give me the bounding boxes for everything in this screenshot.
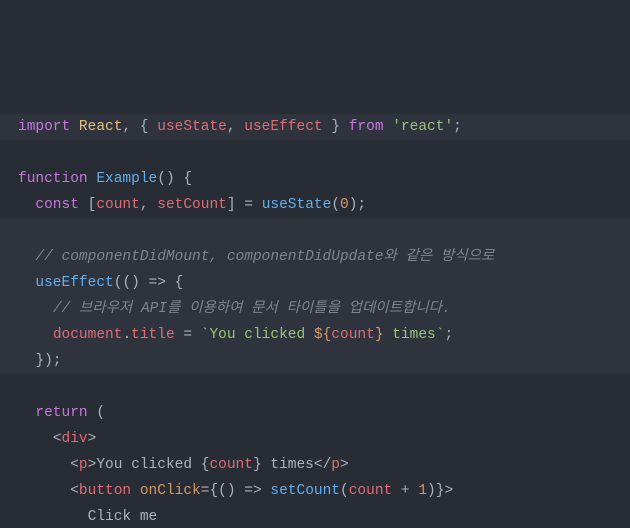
code-block: import React, { useState, useEffect } fr… — [18, 114, 630, 528]
code-line-15: <button onClick={() => setCount(count + … — [18, 483, 453, 499]
code-line-1: import React, { useState, useEffect } fr… — [0, 114, 630, 140]
code-line-4: const [count, setCount] = useState(0); — [18, 197, 366, 213]
code-line-10: }); — [0, 348, 630, 374]
code-line-13: <div> — [18, 431, 96, 447]
code-line-12: return ( — [18, 405, 105, 421]
code-line-6: // componentDidMount, componentDidUpdate… — [0, 244, 630, 270]
code-line-14: <p>You clicked {count} times</p> — [18, 457, 349, 473]
code-line-8: // 브라우저 API를 이용하여 문서 타이틀을 업데이트합니다. — [0, 296, 630, 322]
code-line-7: useEffect(() => { — [0, 270, 630, 296]
code-line-16: Click me — [18, 509, 157, 525]
code-line-9: document.title = `You clicked ${count} t… — [0, 322, 630, 348]
code-line-blank-a — [0, 218, 630, 244]
code-line-3: function Example() { — [18, 171, 192, 187]
